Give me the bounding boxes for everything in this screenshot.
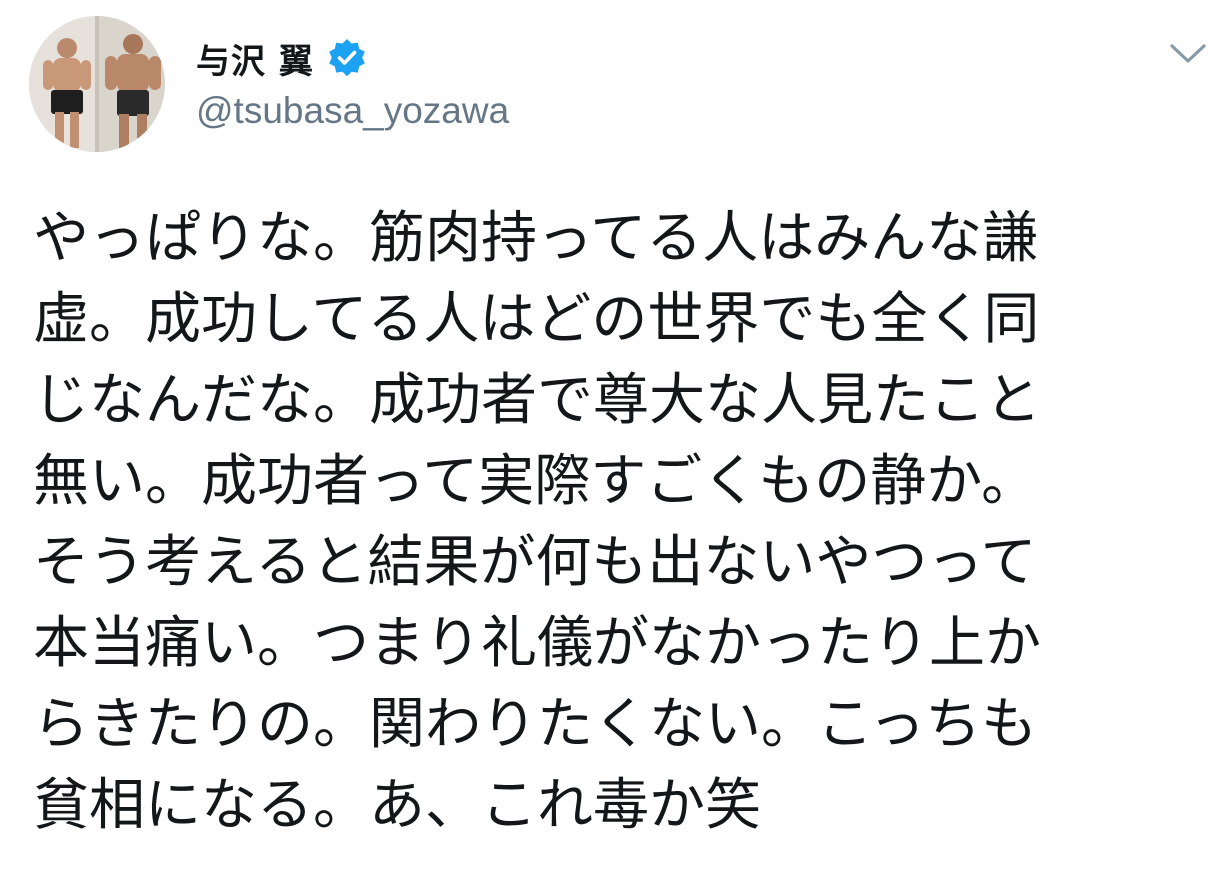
author-name-row[interactable]: 与沢 翼 — [196, 34, 368, 83]
avatar[interactable] — [29, 16, 165, 152]
tweet-text-line: 本当痛い。つまり礼儀がなかったり上か — [33, 611, 1041, 676]
user-handle[interactable]: @tsubasa_yozawa — [196, 90, 509, 132]
display-name[interactable]: 与沢 翼 — [196, 34, 314, 83]
chevron-down-icon[interactable] — [1166, 38, 1210, 68]
tweet-text-line: らきたりの。関わりたくない。こっちも — [33, 692, 1038, 757]
tweet-text-line: 虚。成功してる人はどの世界でも全く同 — [33, 287, 1040, 352]
tweet-text-line: 貧相になる。あ、これ毒か笑 — [33, 773, 761, 838]
avatar-photo — [29, 16, 165, 152]
tweet-text-line: じなんだな。成功者で尊大な人見たこと — [33, 368, 1041, 433]
verified-badge-icon — [326, 37, 368, 79]
tweet-text-line: そう考えると結果が何も出ないやつって — [33, 530, 1037, 595]
tweet-text: やっぱりな。筋肉持ってる人はみんな謙 虚。成功してる人はどの世界でも全く同 じな… — [33, 198, 1193, 846]
tweet-card: 与沢 翼 @tsubasa_yozawa やっぱりな。筋肉持ってる人はみんな謙 … — [0, 0, 1213, 871]
tweet-text-line: 無い。成功者って実際すごくもの静か。 — [33, 449, 1038, 514]
tweet-text-line: やっぱりな。筋肉持ってる人はみんな謙 — [33, 206, 1039, 271]
